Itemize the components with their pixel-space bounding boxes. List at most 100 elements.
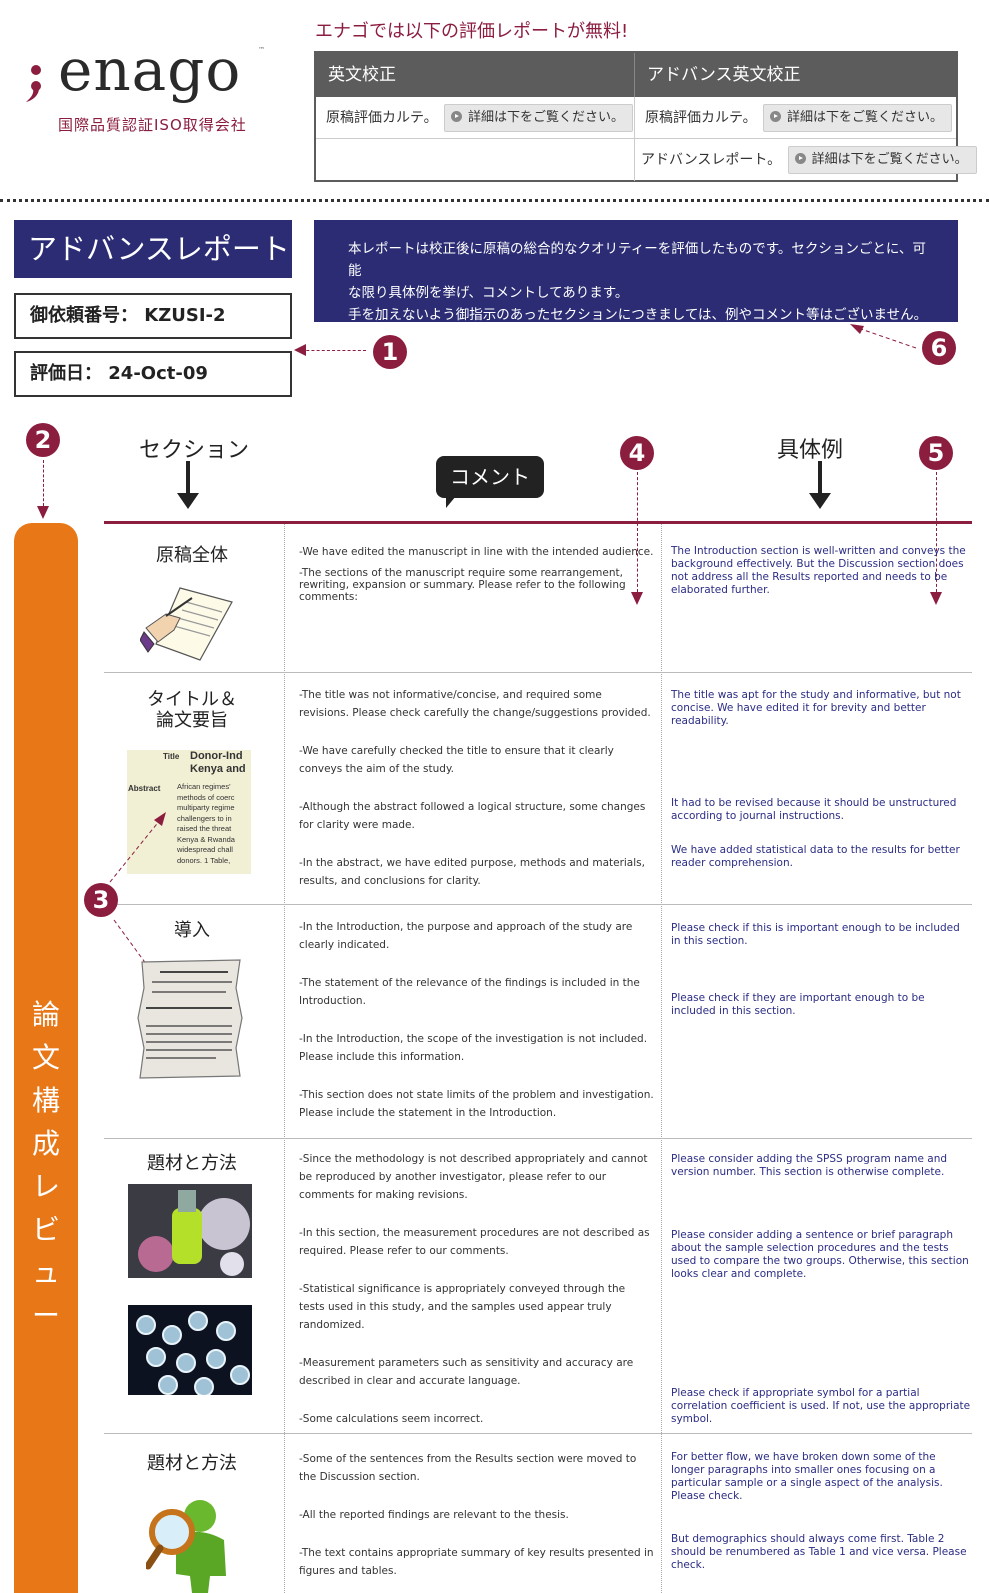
details-button[interactable]: 詳細は下をご覧ください。 (444, 104, 634, 132)
column-header-advance: アドバンス英文校正 (634, 53, 956, 97)
comment-item: -Measurement parameters such as sensitiv… (299, 1357, 634, 1387)
marker-4: 4 (620, 436, 654, 470)
column-header-standard: 英文校正 (316, 53, 634, 97)
play-icon (451, 111, 463, 122)
marker-2: 2 (26, 423, 60, 457)
structure-review-sidebar: 論 文 構 成 レ ビ ュ ー (14, 523, 78, 1593)
example-list: Please check if this is important enough… (671, 922, 971, 1018)
cell-label: 原稿評価カルテ。 (326, 110, 438, 126)
tagline: 国際品質認証ISO取得会社 (58, 116, 247, 134)
cell-label: アドバンスレポート。 (641, 152, 782, 168)
comment-item: -We have carefully checked the title to … (299, 745, 614, 775)
marker-2-connector (43, 460, 44, 506)
section-name: 題材と方法 (147, 1453, 237, 1474)
row-separator (104, 904, 972, 905)
comment-item: -Since the methodology is not described … (299, 1153, 648, 1201)
comment-item: -In the abstract, we have edited purpose… (299, 857, 645, 887)
example-item: Please consider adding the SPSS program … (671, 1153, 948, 1178)
details-button[interactable]: 詳細は下をご覧ください。 (763, 104, 953, 132)
details-button-label: 詳細は下をご覧ください。 (787, 110, 944, 125)
logo-wordmark: enago (58, 36, 242, 104)
cell-standard-empty (316, 139, 634, 181)
comment-item: -The text contains appropriate summary o… (299, 1547, 654, 1577)
example-item: Please consider adding a sentence or bri… (671, 1229, 969, 1280)
comment-item: -The statement of the relevance of the f… (299, 977, 640, 1007)
comment-list: -We have edited the manuscript in line w… (299, 543, 654, 603)
marker-6-connector (850, 324, 917, 349)
comment-list: -In the Introduction, the purpose and ap… (299, 918, 654, 1122)
row-separator (104, 1433, 972, 1434)
details-button-label: 詳細は下をご覧ください。 (468, 110, 625, 125)
notice-line: 本レポートは校正後に原稿の総合的なクオリティーを評価したものです。セクションごと… (348, 241, 926, 279)
thumb-title-label: Title (163, 752, 180, 761)
report-notice: 本レポートは校正後に原稿の総合的なクオリティーを評価したものです。セクションごと… (314, 220, 958, 323)
thumb-abstract-label: Abstract (128, 784, 161, 793)
column-header-comment: コメント (436, 456, 544, 508)
example-item: The title was apt for the study and info… (671, 689, 961, 727)
example-item: It had to be revised because it should b… (671, 797, 957, 822)
example-item: The Introduction section is well-written… (671, 545, 966, 596)
logo-trademark: ™ (258, 46, 265, 54)
comment-item: -The title was not informative/concise, … (299, 689, 651, 719)
example-item: Please check if appropriate symbol for a… (671, 1387, 971, 1425)
free-reports-title: エナゴでは以下の評価レポートが無料! (315, 21, 629, 42)
cell-standard-karte: 原稿評価カルテ。 詳細は下をご覧ください。 (316, 97, 634, 139)
enago-logo[interactable]: enago ™ (20, 36, 265, 108)
section-name: 原稿全体 (156, 545, 228, 566)
section-name: 題材と方法 (147, 1153, 237, 1174)
row-separator (104, 1138, 972, 1139)
marker-5: 5 (919, 436, 953, 470)
row-separator (104, 672, 972, 673)
example-item: Please check if they are important enoug… (671, 992, 925, 1017)
comment-list: -Some of the sentences from the Results … (299, 1450, 654, 1580)
section-name: 導入 (174, 920, 210, 941)
lab-photo (128, 1305, 252, 1395)
cell-label: 原稿評価カルテ。 (645, 110, 757, 126)
hand-writing-icon (140, 587, 233, 661)
table-top-rule (104, 521, 972, 524)
example-item: But demographics should always come firs… (671, 1533, 967, 1571)
section-name: タイトル＆ 論文要旨 (147, 689, 237, 731)
comment-item: -In this section, the measurement proced… (299, 1227, 650, 1257)
example-list: The title was apt for the study and info… (671, 689, 971, 870)
document-icon (137, 959, 243, 1079)
free-reports-table: 英文校正 アドバンス英文校正 原稿評価カルテ。 詳細は下をご覧ください。 原稿評… (314, 51, 977, 182)
comment-item: -In the Introduction, the purpose and ap… (299, 921, 633, 951)
column-header-section: セクション (139, 438, 250, 463)
example-item: For better flow, we have broken down som… (671, 1451, 943, 1502)
thumb-title-text: Donor-Ind Kenya and (190, 750, 246, 775)
lab-photo (128, 1184, 252, 1278)
marker-1-arrowhead (294, 344, 306, 356)
play-icon (794, 153, 806, 164)
play-icon (770, 111, 782, 122)
marker-1-connector (296, 350, 366, 351)
example-item: We have added statistical data to the re… (671, 844, 960, 869)
notice-line: な限り具体例を挙げ、コメントしてあります。 (348, 285, 629, 301)
comment-item: -Some calculations seem incorrect. (299, 1413, 484, 1425)
comment-list: -The title was not informative/concise, … (299, 686, 654, 890)
logo-mark-icon (26, 65, 41, 102)
magnifier-person-icon (146, 1500, 226, 1593)
comment-item: -This section does not state limits of t… (299, 1089, 654, 1119)
column-header-examples: 具体例 (777, 438, 844, 463)
marker-2-arrowhead (37, 506, 49, 519)
evaluation-date: 評価日： 24-Oct-09 (14, 351, 292, 397)
details-button-label: 詳細は下をご覧ください。 (811, 152, 968, 167)
comment-item: -Some of the sentences from the Results … (299, 1453, 637, 1483)
details-button[interactable]: 詳細は下をご覧ください。 (787, 146, 977, 174)
comment-list: -Since the methodology is not described … (299, 1150, 654, 1428)
cell-advance-report: アドバンスレポート。 詳細は下をご覧ください。 (634, 139, 977, 181)
comment-item: -Although the abstract followed a logica… (299, 801, 646, 831)
examples-down-arrow (809, 461, 831, 509)
example-list: Please consider adding the SPSS program … (671, 1153, 971, 1426)
thumb-abstract-text: African regimes' methods of coerc multip… (177, 782, 235, 865)
comment-item: -All the reported findings are relevant … (299, 1509, 569, 1521)
request-number: 御依頼番号： KZUSI-2 (14, 293, 292, 339)
section-down-arrow (177, 461, 199, 509)
dotted-separator (0, 199, 989, 202)
marker-1: 1 (373, 335, 407, 369)
report-title: アドバンスレポート (14, 220, 292, 278)
marker-6: 6 (922, 331, 956, 365)
comment-item: -In the Introduction, the scope of the i… (299, 1033, 648, 1063)
comment-item: -The sections of the manuscript require … (299, 567, 626, 603)
